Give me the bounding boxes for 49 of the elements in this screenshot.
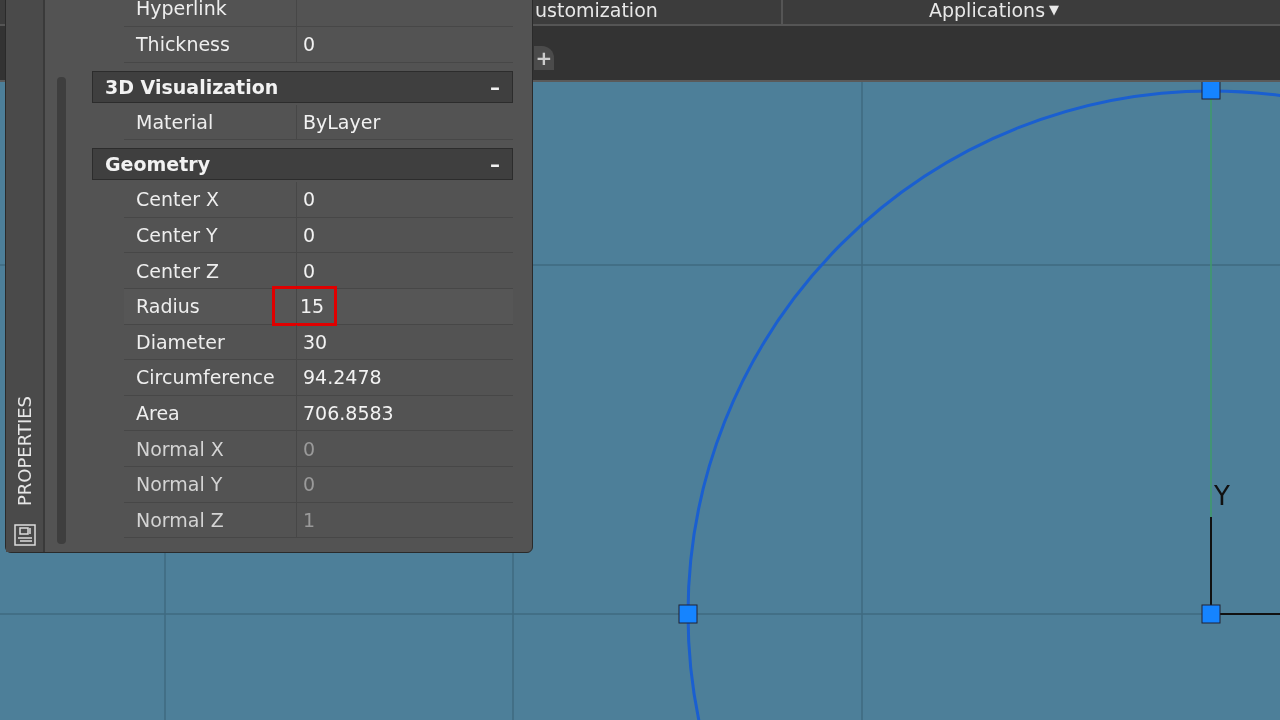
section-title: 3D Visualization [105, 75, 279, 98]
property-value[interactable]: 94.2478 [301, 366, 384, 389]
property-row[interactable]: Area 706.8583 [124, 395, 513, 432]
property-row[interactable]: Circumference 94.2478 [124, 360, 513, 396]
section-header[interactable]: 3D Visualization – [92, 70, 513, 103]
property-value: 0 [302, 437, 317, 460]
property-row[interactable]: Center X 0 [124, 182, 513, 218]
property-label: Normal X [124, 431, 297, 466]
section-header[interactable]: Geometry – [92, 148, 513, 181]
property-row[interactable]: Thickness 0 [124, 27, 513, 63]
property-value[interactable]: 0 [301, 259, 318, 282]
property-value[interactable]: 0 [301, 188, 318, 211]
property-label: Normal Y [124, 466, 297, 502]
grip-handle[interactable] [678, 604, 698, 624]
property-value[interactable]: 0 [301, 224, 318, 247]
property-label: Normal Z [124, 502, 297, 538]
property-row[interactable]: Hyperlink [124, 0, 513, 27]
property-label: Area [124, 395, 297, 431]
palette-title: PROPERTIES [14, 395, 35, 506]
ribbon-tab[interactable]: Applications ▼ [929, 0, 1060, 24]
property-label: Center X [124, 182, 297, 217]
property-value: 0 [302, 473, 317, 496]
property-value[interactable]: 706.8583 [301, 402, 396, 425]
grip-handle[interactable] [1201, 604, 1221, 624]
property-label: Material [124, 104, 297, 140]
property-value[interactable]: ByLayer [301, 110, 383, 133]
palette-settings-icon[interactable] [13, 524, 36, 546]
property-row[interactable]: Material ByLayer [124, 104, 513, 141]
property-row[interactable]: Radius 15 [124, 288, 513, 325]
property-row[interactable]: Center Z 0 [124, 253, 513, 289]
section-title: Geometry [105, 153, 211, 176]
new-tab-button[interactable]: + [534, 46, 554, 70]
property-label: Center Z [124, 253, 297, 288]
property-label: Radius [124, 288, 297, 324]
property-value: 1 [302, 508, 317, 531]
property-label: Thickness [124, 27, 297, 62]
property-row[interactable]: Diameter 30 [124, 324, 513, 361]
collapse-toggle[interactable]: – [490, 152, 500, 177]
property-row[interactable]: Center Y 0 [124, 217, 513, 254]
property-label: Center Y [124, 217, 297, 253]
property-value[interactable]: 0 [301, 33, 318, 56]
collapse-toggle[interactable]: – [490, 74, 500, 99]
property-label: Diameter [124, 324, 297, 360]
highlighted-value[interactable]: 15 [272, 286, 338, 327]
property-label: Circumference [124, 360, 297, 395]
ucs-icon [1210, 516, 1280, 615]
property-label: Hyperlink [124, 0, 297, 26]
property-value[interactable]: 30 [301, 330, 330, 353]
axis-label: Y [1214, 482, 1230, 510]
